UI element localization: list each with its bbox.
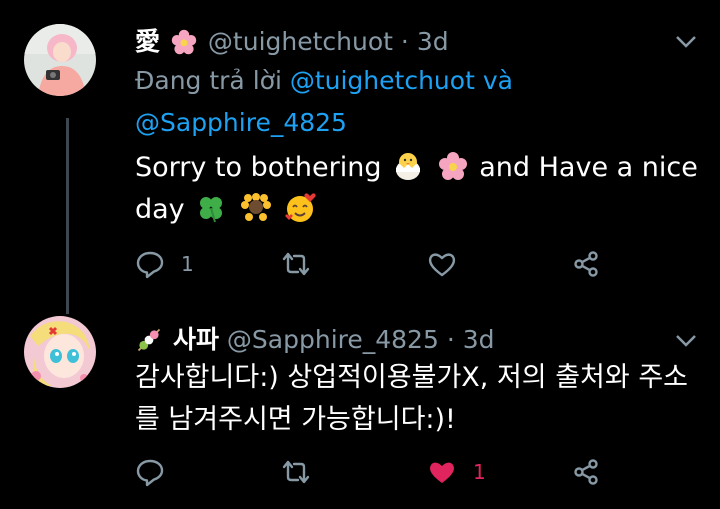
- tweet-text: 감사합니다:) 상업적이용불가X, 저의 출처와 주소 를 남겨주시면 가능합니…: [135, 357, 705, 441]
- reply-icon: [136, 459, 164, 487]
- share-icon: [574, 251, 598, 277]
- tweet-text: Sorry to bothering and Have a nice day: [135, 147, 705, 231]
- like-button[interactable]: [427, 247, 457, 281]
- avatar-sapphire[interactable]: [24, 316, 96, 388]
- retweet-button[interactable]: [281, 455, 311, 489]
- retweet-icon: [282, 252, 310, 276]
- username[interactable]: @tuighetchuot: [208, 27, 393, 56]
- mention-tuighetchuot[interactable]: @tuighetchuot: [290, 66, 475, 95]
- thread-line: [66, 118, 69, 314]
- like-button[interactable]: 1: [427, 455, 486, 489]
- clover-icon: [200, 197, 223, 223]
- tweet-1[interactable]: 愛 @tuighetchuot · 3d Đang trả lời @tuigh…: [0, 0, 720, 314]
- reply-button[interactable]: 1: [135, 247, 194, 281]
- replying-prefix: Đang trả lời: [135, 66, 282, 95]
- chevron-down-icon[interactable]: [674, 333, 698, 349]
- cherry-blossom-icon: [438, 152, 467, 180]
- reply-count: 1: [181, 252, 194, 276]
- separator: ·: [446, 325, 455, 354]
- share-button[interactable]: [571, 247, 601, 281]
- dango-icon: [137, 328, 161, 352]
- chick-icon: [396, 153, 421, 180]
- smiling-hearts-icon: [285, 193, 317, 222]
- tweet-header: 愛 @tuighetchuot · 3d: [135, 22, 449, 58]
- display-name[interactable]: 愛: [135, 27, 160, 56]
- display-name[interactable]: 사파: [173, 325, 219, 354]
- sunflower-icon: [240, 193, 271, 221]
- timestamp[interactable]: 3d: [463, 325, 495, 354]
- separator: ·: [400, 27, 409, 56]
- tweet-2[interactable]: 사파 @Sapphire_4825 · 3d 감사합니다:) 상업적이용불가X,…: [0, 300, 720, 509]
- tweet-text-part: day: [135, 194, 185, 225]
- reply-button[interactable]: [135, 455, 165, 489]
- tweet-text-part: Sorry to bothering: [135, 152, 382, 183]
- tweet-header: 사파 @Sapphire_4825 · 3d: [135, 320, 495, 356]
- mention-sapphire[interactable]: @Sapphire_4825: [135, 108, 347, 137]
- like-icon: [430, 462, 454, 483]
- share-button[interactable]: [571, 455, 601, 489]
- timestamp[interactable]: 3d: [417, 27, 449, 56]
- retweet-icon: [282, 460, 310, 484]
- like-count: 1: [473, 460, 486, 484]
- reply-icon: [136, 251, 164, 279]
- share-icon: [574, 459, 598, 485]
- tweet-actions: 1: [135, 455, 615, 489]
- username[interactable]: @Sapphire_4825: [227, 325, 439, 354]
- tweet-actions: 1: [135, 247, 615, 281]
- like-icon: [428, 253, 456, 277]
- retweet-button[interactable]: [281, 247, 311, 281]
- tweet-text-line: 를 남겨주시면 가능합니다:)!: [135, 404, 456, 435]
- replying-and: và: [482, 66, 513, 95]
- tweet-text-line: 감사합니다:) 상업적이용불가X, 저의 출처와 주소: [135, 362, 688, 393]
- avatar-tuighetchuot[interactable]: [24, 24, 96, 96]
- tweet-text-part: and Have a nice: [479, 152, 698, 183]
- replying-to: Đang trả lời @tuighetchuot và @Sapphire_…: [135, 60, 695, 144]
- cherry-blossom-icon: [171, 29, 197, 55]
- chevron-down-icon[interactable]: [674, 34, 698, 50]
